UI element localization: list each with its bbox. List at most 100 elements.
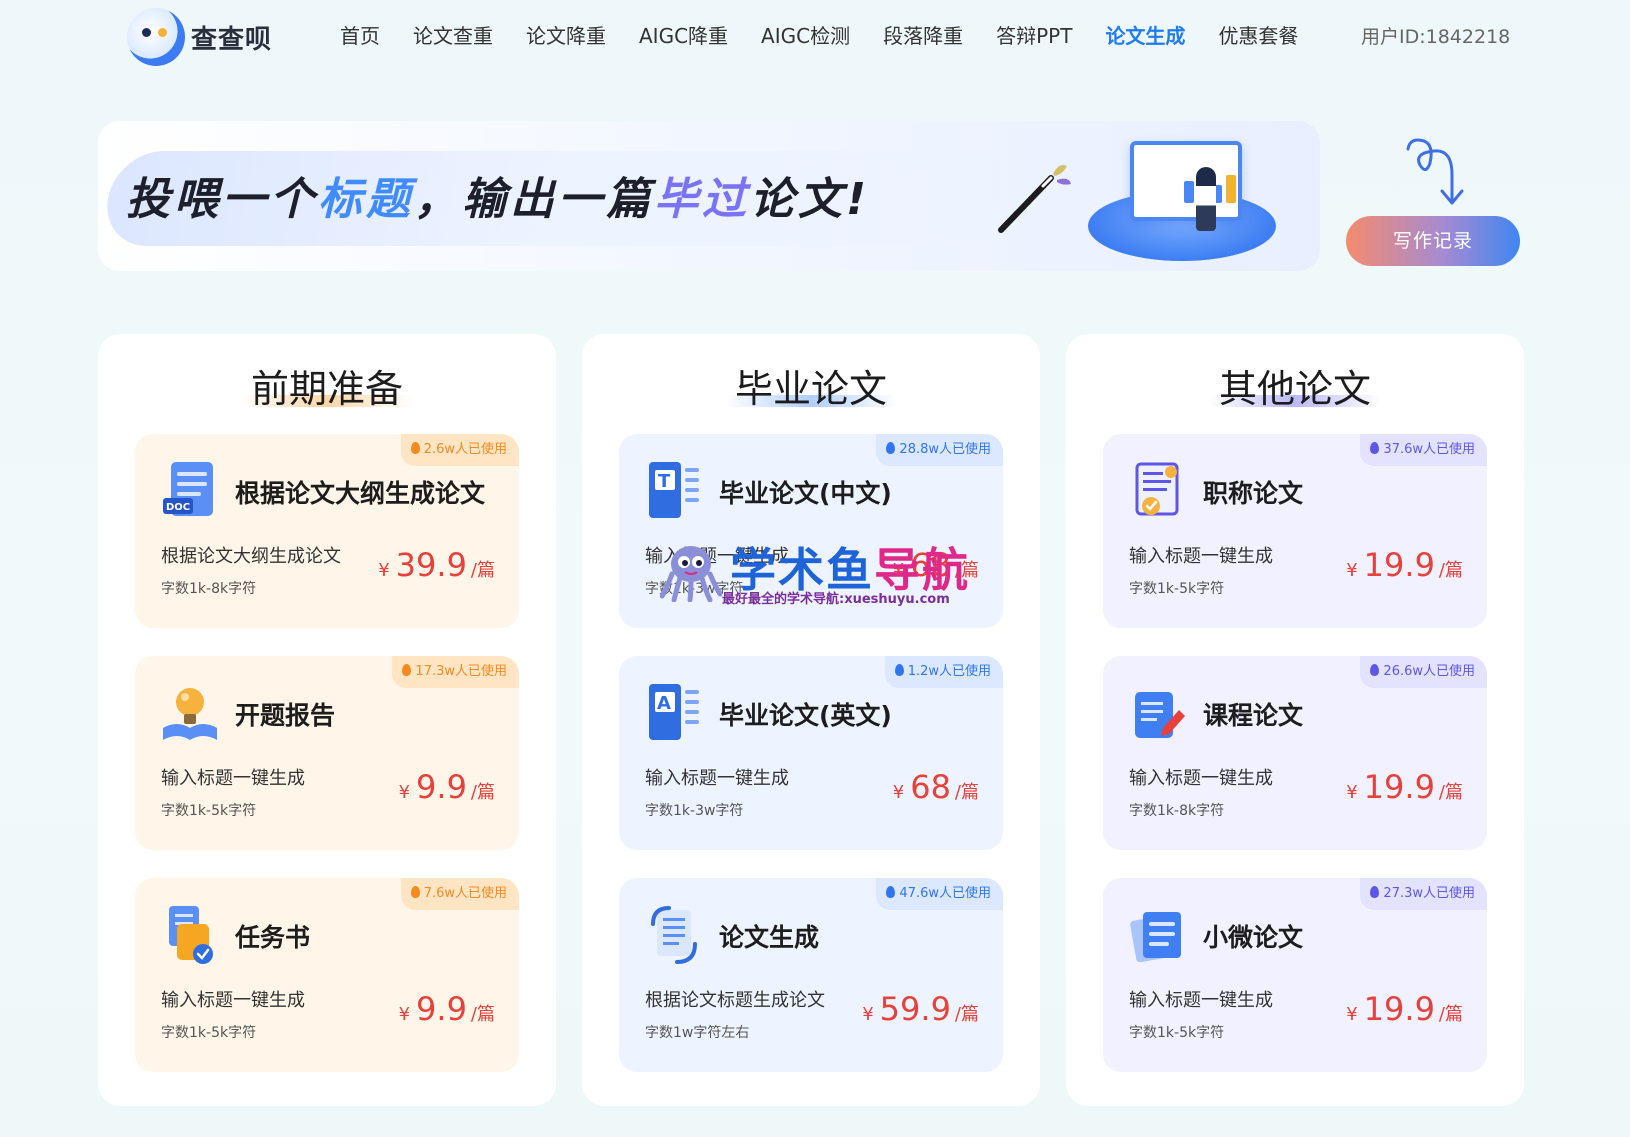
nav-item-packages[interactable]: 优惠套餐 [1218, 20, 1298, 49]
card-title: 课程论文 [1203, 701, 1304, 730]
usage-badge: 27.3w人已使用 [1360, 878, 1487, 910]
english-doc-icon: A [649, 684, 699, 740]
card-title: 论文生成 [719, 923, 820, 952]
card-word-range: 字数1k-8k字符 [161, 581, 257, 597]
card-thesis-chinese[interactable]: 28.8w人已使用 T 毕业论文(中文) 输入标题一键生成 字数1k-3w字符 … [619, 434, 1003, 628]
card-price: ¥19.9/篇 [1346, 546, 1463, 584]
column-preparation: 前期准备 2.6w人已使用 DOC 根据论文大纲生成论文 根据论文大纲生成论文 … [98, 334, 556, 1106]
card-desc: 输入标题一键生成 [161, 990, 305, 1011]
card-title: 小微论文 [1203, 923, 1304, 952]
card-title: 毕业论文(中文) [719, 479, 892, 508]
flame-icon [886, 886, 896, 898]
dashboard-illustration [1078, 133, 1278, 263]
card-desc: 输入标题一键生成 [1129, 990, 1273, 1011]
card-word-range: 字数1k-3w字符 [645, 581, 744, 597]
magic-wand-icon [998, 165, 1071, 233]
card-price: ¥19.9/篇 [1346, 990, 1463, 1028]
card-word-range: 字数1k-5k字符 [161, 803, 257, 819]
card-word-range: 字数1k-8k字符 [1129, 803, 1225, 819]
logo[interactable]: 查查呗 [127, 6, 277, 68]
card-desc: 输入标题一键生成 [161, 768, 305, 789]
flame-icon [410, 886, 420, 898]
column-title: 前期准备 [98, 358, 556, 413]
card-word-range: 字数1w字符左右 [645, 1025, 750, 1041]
usage-badge: 7.6w人已使用 [400, 878, 519, 910]
usage-badge: 1.2w人已使用 [884, 656, 1003, 688]
flame-icon [1370, 442, 1380, 454]
usage-badge: 26.6w人已使用 [1360, 656, 1487, 688]
card-course-paper[interactable]: 26.6w人已使用 课程论文 输入标题一键生成 字数1k-8k字符 ¥19.9/… [1103, 656, 1487, 850]
card-price: ¥9.9/篇 [398, 990, 495, 1028]
writing-record-button[interactable]: 写作记录 [1346, 216, 1520, 266]
card-desc: 输入标题一键生成 [645, 546, 789, 567]
column-title: 毕业论文 [582, 358, 1040, 413]
card-word-range: 字数1k-5k字符 [1129, 1025, 1225, 1041]
usage-badge: 2.6w人已使用 [400, 434, 519, 466]
top-header: 查查呗 首页 论文查重 论文降重 AIGC降重 AIGC检测 段落降重 答辩PP… [0, 0, 1630, 74]
card-desc: 根据论文标题生成论文 [645, 990, 825, 1011]
user-id[interactable]: 用户ID:1842218 [1361, 22, 1510, 49]
card-desc: 输入标题一键生成 [1129, 768, 1273, 789]
card-price: ¥19.9/篇 [1346, 768, 1463, 806]
card-proposal-report[interactable]: 17.3w人已使用 开题报告 输入标题一键生成 字数1k-5k字符 ¥9.9/篇 [135, 656, 519, 850]
column-other-papers: 其他论文 37.6w人已使用 职称论文 输入标题一键生成 字数1k-5k字符 ¥… [1066, 334, 1524, 1106]
lightbulb-book-icon [163, 688, 217, 740]
flame-icon [410, 442, 420, 454]
task-folder-icon [169, 906, 213, 964]
main-nav: 首页 论文查重 论文降重 AIGC降重 AIGC检测 段落降重 答辩PPT 论文… [340, 20, 1331, 49]
flame-icon [402, 664, 412, 676]
card-word-range: 字数1k-5k字符 [1129, 581, 1225, 597]
card-word-range: 字数1k-5k字符 [161, 1025, 257, 1041]
card-word-range: 字数1k-3w字符 [645, 803, 744, 819]
refresh-doc-icon [651, 906, 697, 964]
nav-item-plagiarism-check[interactable]: 论文查重 [413, 20, 493, 49]
curly-arrow-icon [1406, 138, 1464, 205]
svg-text:A: A [657, 693, 671, 714]
stacked-docs-icon [1130, 912, 1181, 963]
svg-text:T: T [658, 471, 671, 492]
nav-item-plagiarism-reduce[interactable]: 论文降重 [526, 20, 606, 49]
usage-badge: 37.6w人已使用 [1360, 434, 1487, 466]
usage-badge: 17.3w人已使用 [392, 656, 519, 688]
card-price: ¥39.9/篇 [378, 546, 495, 584]
card-thesis-english[interactable]: 1.2w人已使用 A 毕业论文(英文) 输入标题一键生成 字数1k-3w字符 ¥… [619, 656, 1003, 850]
card-title: 根据论文大纲生成论文 [235, 479, 486, 508]
card-title: 职称论文 [1203, 479, 1304, 508]
banner-slogan: 投喂一个标题，输出一篇毕过论文! [126, 174, 871, 225]
nav-item-aigc-reduce[interactable]: AIGC降重 [639, 20, 728, 49]
card-desc: 根据论文大纲生成论文 [161, 546, 341, 567]
flame-icon [1370, 886, 1380, 898]
card-price: ¥9.9/篇 [398, 768, 495, 806]
dog-logo-icon [127, 8, 185, 66]
card-price: ¥59.9/篇 [862, 990, 979, 1028]
usage-badge: 47.6w人已使用 [876, 878, 1003, 910]
nav-item-paragraph-reduce[interactable]: 段落降重 [883, 20, 963, 49]
card-desc: 输入标题一键生成 [1129, 546, 1273, 567]
nav-item-defense-ppt[interactable]: 答辩PPT [996, 20, 1072, 49]
doc-file-icon: DOC [163, 462, 213, 516]
flame-icon [886, 442, 896, 454]
certificate-icon [1135, 462, 1179, 516]
card-professional-title-paper[interactable]: 37.6w人已使用 职称论文 输入标题一键生成 字数1k-5k字符 ¥19.9/… [1103, 434, 1487, 628]
column-title: 其他论文 [1066, 358, 1524, 413]
column-graduation-thesis: 毕业论文 28.8w人已使用 T 毕业论文(中文) 输入标题一键生成 字数1k-… [582, 334, 1040, 1106]
card-micro-paper[interactable]: 27.3w人已使用 小微论文 输入标题一键生成 字数1k-5k字符 ¥19.9/… [1103, 878, 1487, 1072]
nav-item-home[interactable]: 首页 [340, 20, 380, 49]
flame-icon [894, 664, 904, 676]
nav-item-aigc-detect[interactable]: AIGC检测 [761, 20, 850, 49]
usage-badge: 28.8w人已使用 [876, 434, 1003, 466]
card-title: 毕业论文(英文) [719, 701, 892, 730]
card-price: ¥68/篇 [892, 768, 979, 806]
card-outline-paper[interactable]: 2.6w人已使用 DOC 根据论文大纲生成论文 根据论文大纲生成论文 字数1k-… [135, 434, 519, 628]
card-title: 任务书 [235, 923, 311, 952]
nav-item-paper-generate[interactable]: 论文生成 [1105, 20, 1185, 49]
edit-doc-icon [1135, 692, 1185, 738]
text-doc-icon: T [649, 462, 699, 518]
logo-text: 查查呗 [191, 24, 273, 55]
card-price: ¥68/篇 [892, 546, 979, 584]
card-paper-generate[interactable]: 47.6w人已使用 论文生成 根据论文标题生成论文 字数1w字符左右 ¥59.9… [619, 878, 1003, 1072]
card-title: 开题报告 [235, 701, 336, 730]
flame-icon [1370, 664, 1380, 676]
card-desc: 输入标题一键生成 [645, 768, 789, 789]
card-task-book[interactable]: 7.6w人已使用 任务书 输入标题一键生成 字数1k-5k字符 ¥9.9/篇 [135, 878, 519, 1072]
